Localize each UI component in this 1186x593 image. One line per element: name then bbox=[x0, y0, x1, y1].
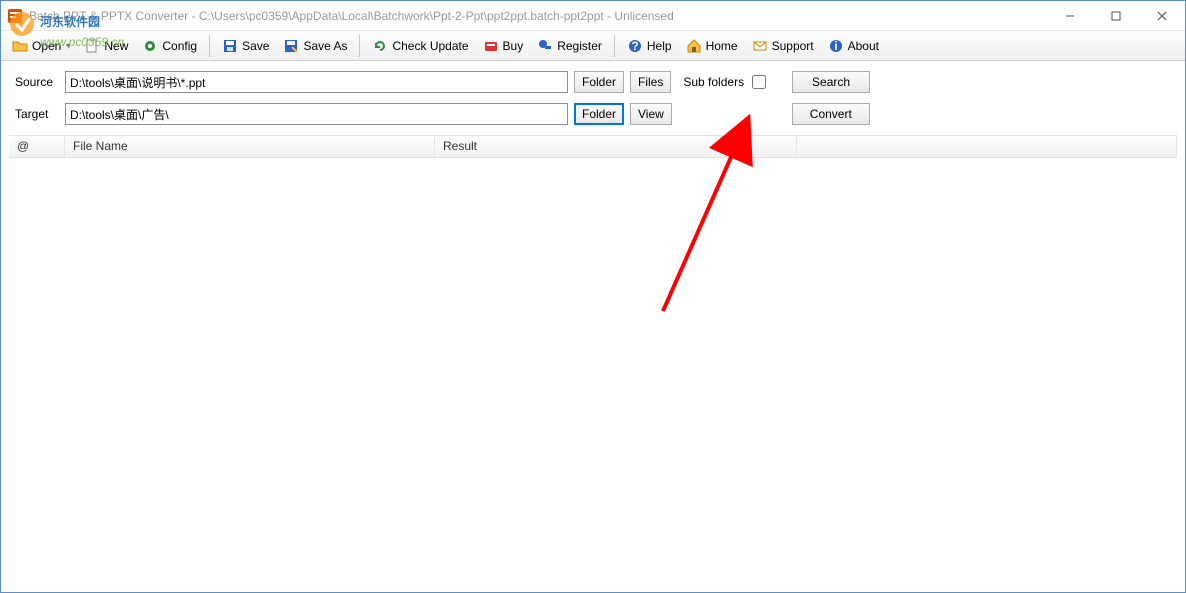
main-toolbar: Open ▾ New Config Save Save As Check Upd… bbox=[1, 31, 1185, 61]
gear-icon bbox=[142, 38, 158, 54]
config-button[interactable]: Config bbox=[135, 34, 204, 58]
source-input[interactable] bbox=[65, 71, 568, 93]
col-filename[interactable]: File Name bbox=[65, 136, 435, 157]
home-label: Home bbox=[706, 39, 738, 53]
chevron-down-icon: ▾ bbox=[66, 41, 70, 50]
new-button[interactable]: New bbox=[77, 34, 135, 58]
target-row: Target Folder View Convert bbox=[15, 103, 1171, 125]
save-label: Save bbox=[242, 39, 269, 53]
help-label: Help bbox=[647, 39, 672, 53]
register-label: Register bbox=[557, 39, 602, 53]
save-button[interactable]: Save bbox=[215, 34, 276, 58]
save-as-icon bbox=[283, 38, 299, 54]
col-at[interactable]: @ bbox=[9, 136, 65, 157]
col-result[interactable]: Result bbox=[435, 136, 797, 157]
about-button[interactable]: i About bbox=[821, 34, 886, 58]
support-label: Support bbox=[772, 39, 814, 53]
convert-button[interactable]: Convert bbox=[792, 103, 870, 125]
title-bar: Batch PPT & PPTX Converter - C:\Users\pc… bbox=[1, 1, 1185, 31]
open-button[interactable]: Open ▾ bbox=[5, 34, 77, 58]
help-button[interactable]: ? Help bbox=[620, 34, 679, 58]
support-button[interactable]: Support bbox=[745, 34, 821, 58]
svg-text:?: ? bbox=[631, 39, 638, 53]
folder-open-icon bbox=[12, 38, 28, 54]
source-label: Source bbox=[15, 75, 59, 89]
toolbar-separator bbox=[359, 35, 360, 57]
toolbar-separator bbox=[209, 35, 210, 57]
home-button[interactable]: Home bbox=[679, 34, 745, 58]
target-folder-button[interactable]: Folder bbox=[574, 103, 624, 125]
table-header: @ File Name Result bbox=[9, 136, 1177, 158]
close-button[interactable] bbox=[1139, 1, 1185, 31]
col-empty bbox=[797, 136, 1177, 157]
home-icon bbox=[686, 38, 702, 54]
check-update-label: Check Update bbox=[392, 39, 468, 53]
save-icon bbox=[222, 38, 238, 54]
source-files-button[interactable]: Files bbox=[630, 71, 671, 93]
config-label: Config bbox=[162, 39, 197, 53]
search-button[interactable]: Search bbox=[792, 71, 870, 93]
minimize-button[interactable] bbox=[1047, 1, 1093, 31]
buy-button[interactable]: Buy bbox=[476, 34, 531, 58]
buy-label: Buy bbox=[503, 39, 524, 53]
maximize-button[interactable] bbox=[1093, 1, 1139, 31]
target-view-button[interactable]: View bbox=[630, 103, 672, 125]
help-icon: ? bbox=[627, 38, 643, 54]
svg-text:i: i bbox=[834, 39, 837, 53]
mail-icon bbox=[752, 38, 768, 54]
cart-icon bbox=[483, 38, 499, 54]
save-as-label: Save As bbox=[303, 39, 347, 53]
form-area: Source Folder Files Sub folders Search T… bbox=[1, 61, 1185, 131]
app-window: Batch PPT & PPTX Converter - C:\Users\pc… bbox=[0, 0, 1186, 593]
window-title: Batch PPT & PPTX Converter - C:\Users\pc… bbox=[29, 9, 674, 23]
source-row: Source Folder Files Sub folders Search bbox=[15, 71, 1171, 93]
toolbar-separator bbox=[614, 35, 615, 57]
check-update-button[interactable]: Check Update bbox=[365, 34, 475, 58]
target-input[interactable] bbox=[65, 103, 568, 125]
register-button[interactable]: Register bbox=[530, 34, 609, 58]
file-new-icon bbox=[84, 38, 100, 54]
subfolders-label: Sub folders bbox=[683, 75, 744, 89]
results-table: @ File Name Result bbox=[9, 135, 1177, 584]
save-as-button[interactable]: Save As bbox=[276, 34, 354, 58]
open-label: Open bbox=[32, 39, 61, 53]
source-folder-button[interactable]: Folder bbox=[574, 71, 624, 93]
subfolders-checkbox[interactable] bbox=[752, 75, 766, 89]
new-label: New bbox=[104, 39, 128, 53]
info-icon: i bbox=[828, 38, 844, 54]
target-label: Target bbox=[15, 107, 59, 121]
key-icon bbox=[537, 38, 553, 54]
app-icon bbox=[7, 8, 23, 24]
refresh-icon bbox=[372, 38, 388, 54]
about-label: About bbox=[848, 39, 879, 53]
